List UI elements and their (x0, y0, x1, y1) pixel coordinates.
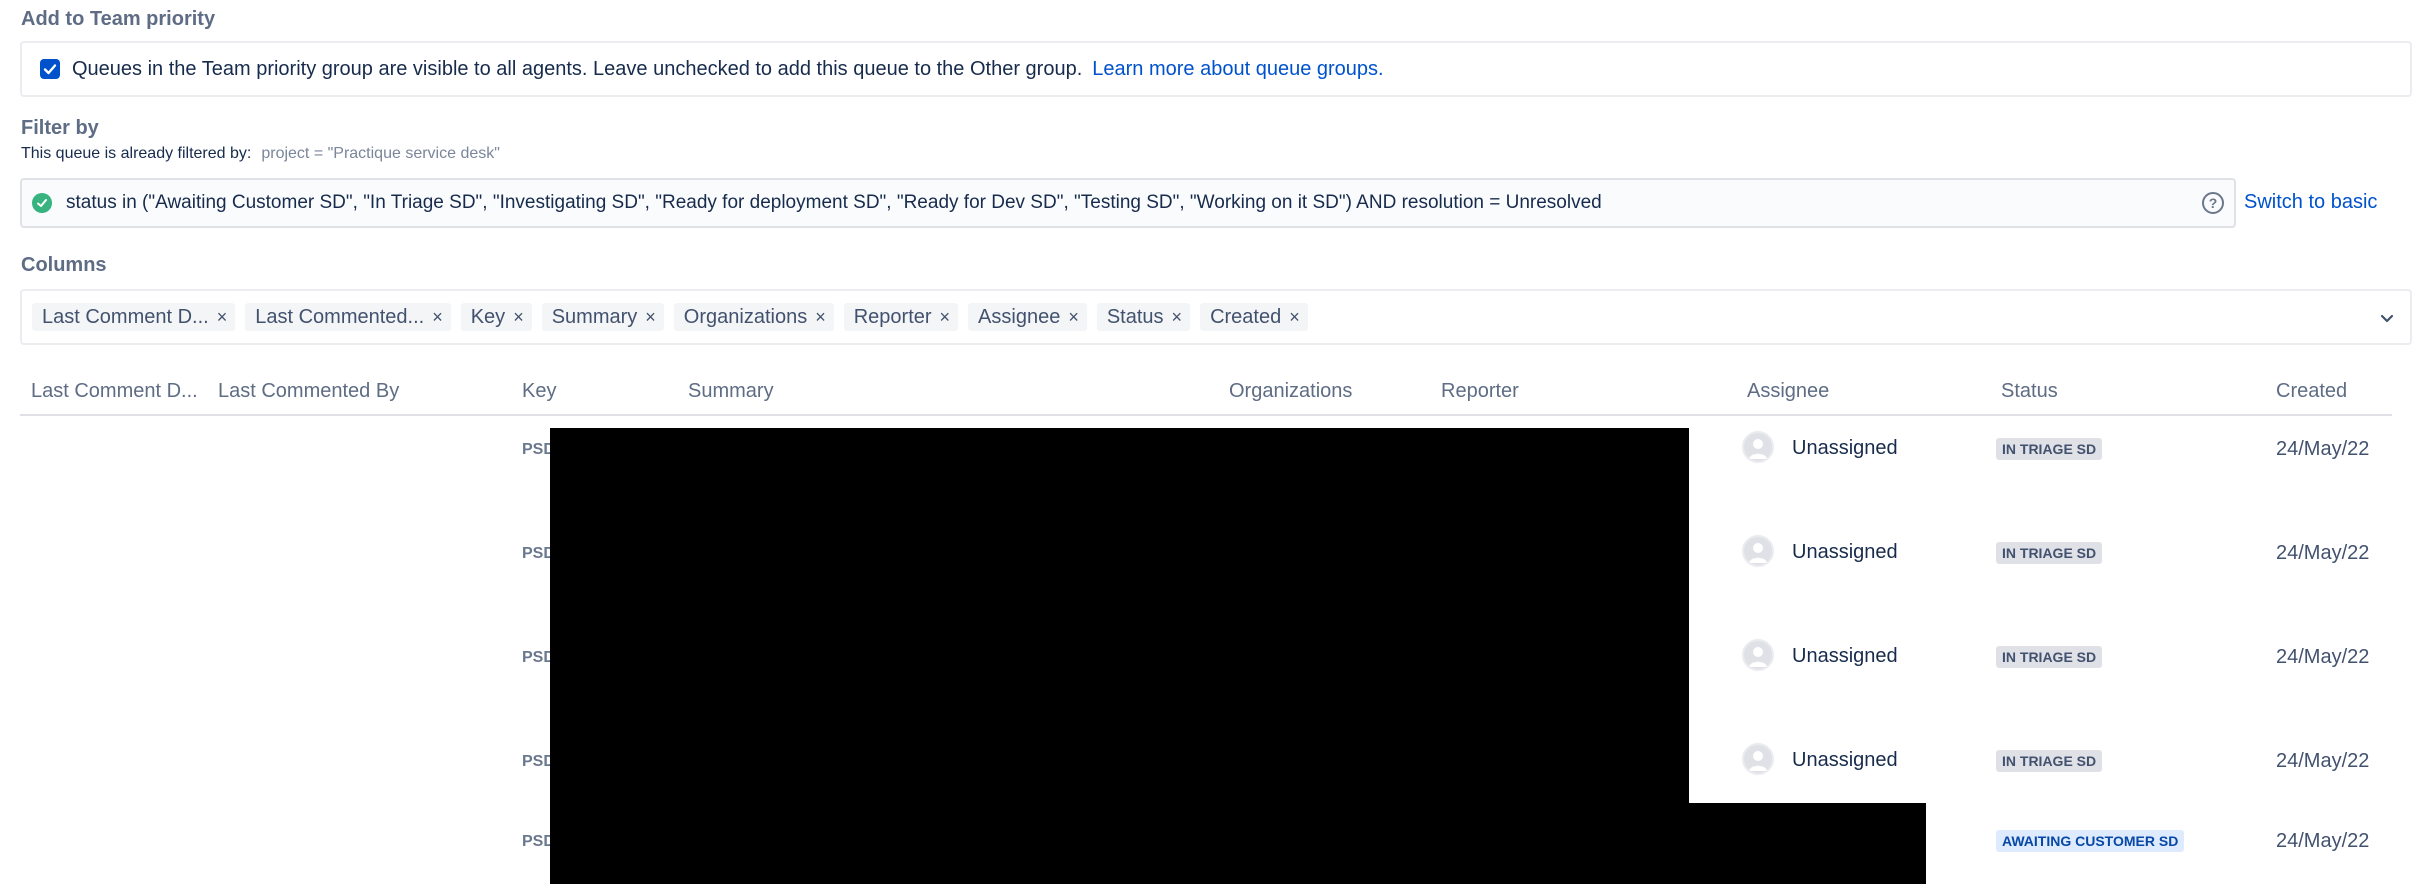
status-badge: IN TRIAGE SD (1996, 750, 2103, 772)
status-badge: IN TRIAGE SD (1996, 438, 2103, 460)
chevron-down-icon[interactable] (2378, 309, 2396, 327)
redaction-block (1689, 803, 1926, 884)
column-tag-label: Key (470, 305, 506, 328)
unassigned-avatar-icon (1742, 639, 1774, 671)
status-badge: IN TRIAGE SD (1996, 646, 2103, 668)
redaction-block (550, 428, 1689, 884)
column-tag-label: Last Commented... (255, 305, 425, 328)
created-date: 24/May/22 (2276, 830, 2370, 852)
header-last-commented-by[interactable]: Last Commented By (218, 380, 399, 403)
header-organizations[interactable]: Organizations (1229, 380, 1352, 403)
jql-query-text[interactable]: status in ("Awaiting Customer SD", "In T… (66, 192, 2202, 214)
column-tag-last-comment-date: Last Comment D... × (32, 303, 236, 331)
column-tag-label: Summary (551, 305, 638, 328)
remove-tag-icon[interactable]: × (513, 307, 524, 328)
columns-picker[interactable]: Last Comment D... × Last Commented... × Ke… (20, 289, 2412, 345)
help-icon[interactable]: ? (2202, 192, 2224, 214)
remove-tag-icon[interactable]: × (1289, 307, 1300, 328)
remove-tag-icon[interactable]: × (432, 307, 443, 328)
header-summary[interactable]: Summary (688, 380, 774, 403)
column-tag-summary: Summary × (541, 303, 664, 331)
team-priority-box: Queues in the Team priority group are vi… (20, 41, 2412, 97)
header-last-comment-date[interactable]: Last Comment D... (31, 380, 198, 403)
prefilter-jql: project = "Practique service desk" (261, 145, 500, 162)
columns-title: Columns (21, 254, 107, 276)
learn-more-queue-groups-link[interactable]: Learn more about queue groups. (1092, 58, 1383, 81)
column-tag-status: Status × (1096, 303, 1191, 331)
switch-to-basic-link[interactable]: Switch to basic (2244, 191, 2377, 214)
column-tag-label: Status (1106, 305, 1164, 328)
column-tag-label: Reporter (853, 305, 932, 328)
jql-input[interactable]: status in ("Awaiting Customer SD", "In T… (20, 178, 2236, 228)
header-key[interactable]: Key (522, 380, 556, 403)
assignee-value: Unassigned (1792, 541, 1898, 563)
filter-by-title: Filter by (21, 117, 99, 139)
remove-tag-icon[interactable]: × (645, 307, 656, 328)
assignee-value: Unassigned (1792, 645, 1898, 667)
unassigned-avatar-icon (1742, 431, 1774, 463)
column-tag-label: Created (1210, 305, 1282, 328)
checkmark-icon (43, 64, 57, 75)
created-date: 24/May/22 (2276, 542, 2370, 564)
assignee-value: Unassigned (1792, 437, 1898, 459)
column-tag-label: Last Comment D... (42, 305, 209, 328)
column-tag-assignee: Assignee × (968, 303, 1087, 331)
remove-tag-icon[interactable]: × (940, 307, 951, 328)
remove-tag-icon[interactable]: × (217, 307, 228, 328)
prefilter-note: This queue is already filtered by: projec… (21, 145, 500, 163)
queue-table-header: Last Comment D... Last Commented By Key … (20, 380, 2392, 416)
unassigned-avatar-icon (1742, 535, 1774, 567)
prefilter-label: This queue is already filtered by: (21, 145, 252, 162)
header-status[interactable]: Status (2001, 380, 2058, 403)
assignee-value: Unassigned (1792, 749, 1898, 771)
status-badge: AWAITING CUSTOMER SD (1996, 830, 2185, 852)
column-tag-reporter: Reporter × (843, 303, 959, 331)
remove-tag-icon[interactable]: × (815, 307, 826, 328)
column-tag-key: Key × (460, 303, 532, 331)
team-priority-title: Add to Team priority (21, 8, 216, 30)
remove-tag-icon[interactable]: × (1068, 307, 1079, 328)
column-tag-created: Created × (1200, 303, 1308, 331)
column-tag-label: Assignee (978, 305, 1061, 328)
header-reporter[interactable]: Reporter (1441, 380, 1519, 403)
header-assignee[interactable]: Assignee (1747, 380, 1829, 403)
column-tag-label: Organizations (683, 305, 808, 328)
queue-settings-page: Add to Team priority Queues in the Team … (0, 0, 2417, 894)
remove-tag-icon[interactable]: × (1172, 307, 1183, 328)
header-created[interactable]: Created (2276, 380, 2347, 403)
team-priority-checkbox[interactable] (40, 59, 60, 79)
column-tag-last-commented-by: Last Commented... × (245, 303, 451, 331)
created-date: 24/May/22 (2276, 438, 2370, 460)
column-tag-organizations: Organizations × (673, 303, 834, 331)
unassigned-avatar-icon (1742, 743, 1774, 775)
created-date: 24/May/22 (2276, 646, 2370, 668)
status-badge: IN TRIAGE SD (1996, 542, 2103, 564)
valid-check-icon (32, 193, 52, 213)
created-date: 24/May/22 (2276, 750, 2370, 772)
team-priority-description: Queues in the Team priority group are vi… (72, 57, 1083, 80)
